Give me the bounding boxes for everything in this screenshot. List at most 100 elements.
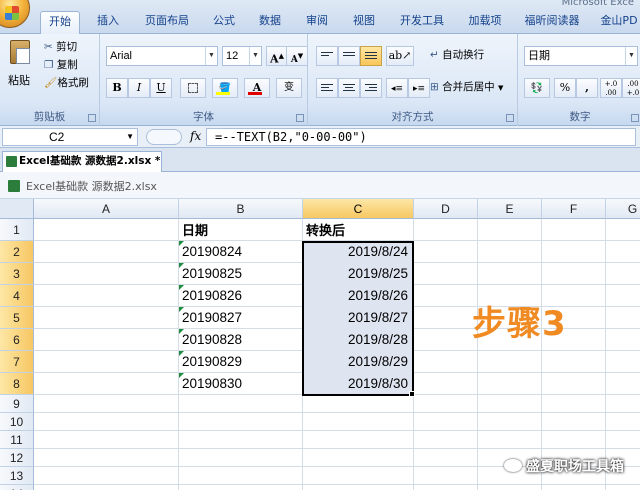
- text-number-warning-icon: [179, 285, 184, 290]
- number-format-combo[interactable]: 日期 ▼: [524, 46, 638, 66]
- align-left-icon: [321, 84, 333, 93]
- fill-handle[interactable]: [409, 391, 415, 397]
- tab-review[interactable]: 审阅: [299, 11, 335, 34]
- grow-font-button[interactable]: A▲: [266, 46, 288, 66]
- tab-formulas[interactable]: 公式: [206, 11, 242, 34]
- select-all-corner[interactable]: [0, 199, 34, 219]
- tab-developer[interactable]: 开发工具: [392, 11, 452, 34]
- tab-home[interactable]: 开始: [40, 11, 80, 35]
- font-launcher-icon[interactable]: [296, 114, 304, 122]
- row-header-9[interactable]: 9: [0, 395, 34, 413]
- column-header-b[interactable]: B: [179, 199, 303, 219]
- chevron-down-icon[interactable]: ▼: [625, 47, 637, 65]
- bold-button[interactable]: B: [106, 78, 128, 98]
- formula-input[interactable]: =--TEXT(B2,"0-00-00"): [206, 128, 636, 146]
- borders-button[interactable]: [180, 78, 206, 98]
- column-header-a[interactable]: A: [34, 199, 179, 219]
- column-header-d[interactable]: D: [414, 199, 478, 219]
- cell-b6[interactable]: 20190828: [179, 329, 303, 350]
- fill-color-button[interactable]: 🪣: [212, 78, 238, 98]
- row-header-4[interactable]: 4: [0, 285, 34, 307]
- comma-button[interactable]: ,: [576, 78, 598, 98]
- font-color-button[interactable]: A: [244, 78, 270, 98]
- row-header-11[interactable]: 11: [0, 431, 34, 449]
- column-header-f[interactable]: F: [542, 199, 606, 219]
- scissors-icon: ✂: [44, 41, 53, 53]
- chevron-down-icon[interactable]: ▼: [205, 47, 217, 65]
- underline-button[interactable]: U: [150, 78, 172, 98]
- row-header-5[interactable]: 5: [0, 307, 34, 329]
- alignment-group-label: 对齐方式: [391, 111, 434, 123]
- row-header-2[interactable]: 2: [0, 241, 34, 263]
- office-button[interactable]: [0, 0, 30, 28]
- tab-addins[interactable]: 加载项: [462, 11, 508, 34]
- tab-insert[interactable]: 插入: [90, 11, 126, 34]
- decrease-indent-button[interactable]: ◂≡: [386, 78, 408, 98]
- align-center-button[interactable]: [338, 78, 360, 98]
- column-header-e[interactable]: E: [478, 199, 542, 219]
- column-header-c[interactable]: C: [303, 199, 414, 219]
- tab-kingsoft-pdf[interactable]: 金山PD: [594, 11, 640, 34]
- italic-button[interactable]: I: [128, 78, 150, 98]
- row-header-7[interactable]: 7: [0, 351, 34, 373]
- chevron-down-icon[interactable]: ▼: [498, 84, 503, 92]
- merge-center-button[interactable]: ⊞ 合并后居中 ▼: [430, 78, 503, 96]
- cell-b3[interactable]: 20190825: [179, 263, 303, 284]
- copy-button[interactable]: ❐ 复制: [44, 56, 78, 74]
- cell-b1[interactable]: 日期: [179, 221, 303, 242]
- cell-b5[interactable]: 20190827: [179, 307, 303, 328]
- row-header-14[interactable]: 14: [0, 485, 34, 490]
- formula-bar-handle-icon[interactable]: [146, 129, 182, 145]
- cell-b4[interactable]: 20190826: [179, 285, 303, 306]
- percent-button[interactable]: %: [554, 78, 576, 98]
- grow-font-icon: A: [270, 52, 279, 66]
- row-header-13[interactable]: 13: [0, 467, 34, 485]
- row-header-10[interactable]: 10: [0, 413, 34, 431]
- format-painter-button[interactable]: 🖌格式刷: [44, 74, 89, 92]
- name-box[interactable]: C2 ▼: [2, 128, 138, 146]
- align-middle-button[interactable]: [338, 46, 360, 66]
- chevron-down-icon[interactable]: ▼: [126, 129, 134, 145]
- font-name-combo[interactable]: Arial ▼: [106, 46, 218, 66]
- row-header-8[interactable]: 8: [0, 373, 34, 395]
- tab-page-layout[interactable]: 页面布局: [138, 11, 196, 34]
- decrease-decimal-button[interactable]: .00 +.0: [622, 78, 640, 98]
- tab-foxit-reader[interactable]: 福昕阅读器: [520, 11, 584, 34]
- document-tab-title: Excel基础款 源数据2.xlsx *: [19, 155, 161, 167]
- alignment-launcher-icon[interactable]: [506, 114, 514, 122]
- cut-button[interactable]: ✂ 剪切: [44, 38, 77, 56]
- phonetic-button[interactable]: 变: [276, 78, 302, 98]
- accounting-format-button[interactable]: 💱: [524, 78, 550, 98]
- number-launcher-icon[interactable]: [631, 114, 639, 122]
- align-right-button[interactable]: [360, 78, 382, 98]
- shrink-font-button[interactable]: A▼: [286, 46, 308, 66]
- column-header-g[interactable]: G: [606, 199, 640, 219]
- increase-decimal-button[interactable]: +.0 .00: [600, 78, 622, 98]
- row-header-6[interactable]: 6: [0, 329, 34, 351]
- row-header-1[interactable]: 1: [0, 219, 34, 241]
- align-middle-icon: [343, 52, 355, 61]
- wrap-text-button[interactable]: ↵ 自动换行: [430, 46, 484, 64]
- tab-view[interactable]: 视图: [346, 11, 382, 34]
- row-header-12[interactable]: 12: [0, 449, 34, 467]
- row-header-3[interactable]: 3: [0, 263, 34, 285]
- insert-function-button[interactable]: fx: [190, 129, 201, 143]
- paste-button[interactable]: 粘贴: [6, 40, 34, 98]
- clipboard-launcher-icon[interactable]: [88, 114, 96, 122]
- tab-data[interactable]: 数据: [252, 11, 288, 34]
- font-size-combo[interactable]: 12 ▼: [222, 46, 262, 66]
- cell-b2[interactable]: 20190824: [179, 241, 303, 262]
- decrease-indent-icon: ◂≡: [390, 84, 404, 94]
- watermark: 盛夏职场工具箱: [504, 456, 624, 476]
- cell-b8[interactable]: 20190830: [179, 373, 303, 394]
- align-bottom-button[interactable]: [360, 46, 382, 66]
- cell-c1[interactable]: 转换后: [303, 221, 414, 242]
- orientation-button[interactable]: ab↗: [386, 46, 414, 66]
- cell-b7[interactable]: 20190829: [179, 351, 303, 372]
- align-top-button[interactable]: [316, 46, 338, 66]
- document-tab[interactable]: Excel基础款 源数据2.xlsx *: [2, 151, 162, 172]
- increase-indent-button[interactable]: ▸≡: [408, 78, 430, 98]
- merge-icon: ⊞: [430, 81, 439, 93]
- chevron-down-icon[interactable]: ▼: [249, 47, 261, 65]
- align-left-button[interactable]: [316, 78, 338, 98]
